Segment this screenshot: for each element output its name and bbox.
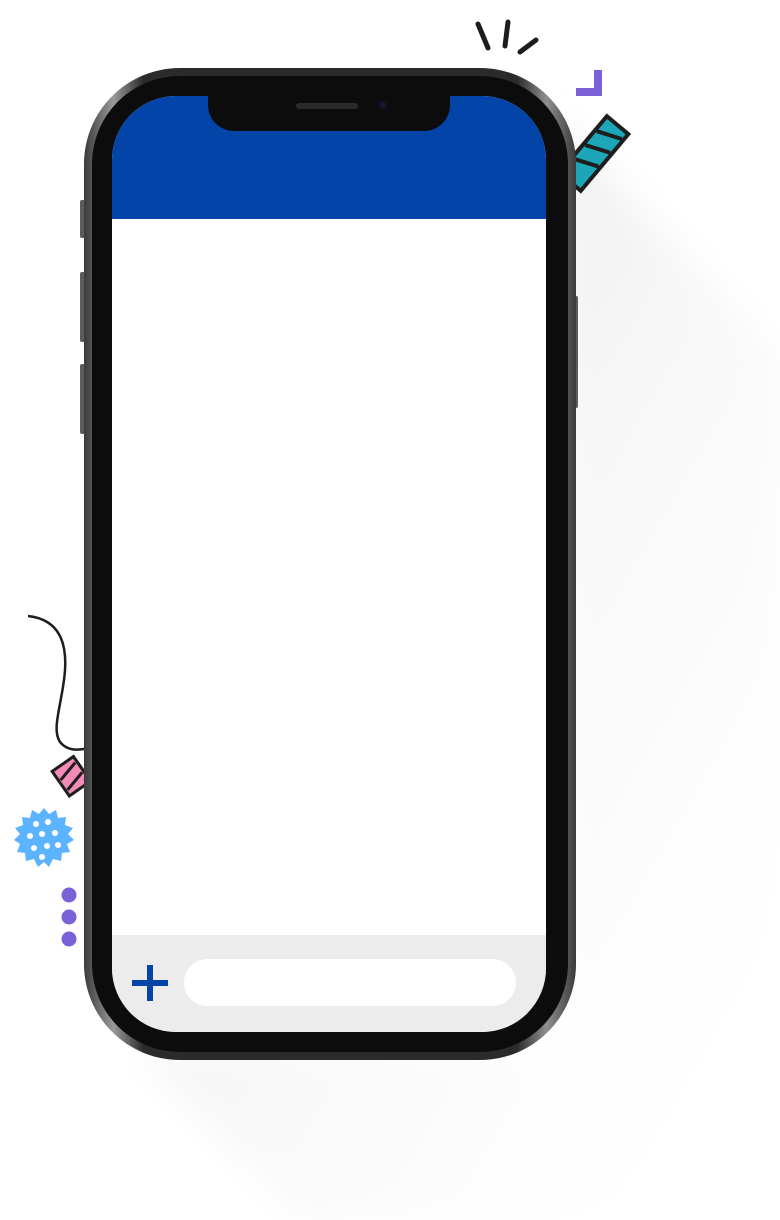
purple-dots-decoration: [61, 887, 77, 947]
phone-screen: [112, 96, 546, 1032]
plus-icon: [132, 965, 168, 1001]
corner-decoration: [576, 70, 602, 96]
message-area[interactable]: [112, 219, 546, 935]
page: [0, 0, 780, 1220]
message-input[interactable]: [184, 959, 516, 1006]
add-button[interactable]: [130, 963, 170, 1003]
speaker-grille: [296, 103, 358, 109]
front-camera: [377, 99, 389, 111]
composer-bar: [112, 935, 546, 1032]
blue-burst-decoration: [14, 808, 74, 867]
sparkle-lines-decoration: [475, 19, 539, 55]
phone-notch: [208, 96, 450, 131]
